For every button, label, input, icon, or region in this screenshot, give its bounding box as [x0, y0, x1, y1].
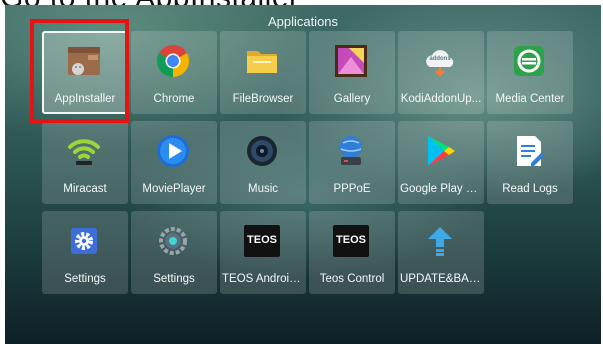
app-label: PPPoE [333, 183, 371, 195]
app-label: Media Center [495, 93, 565, 105]
google-play-icon [428, 136, 455, 166]
app-label: Gallery [333, 93, 371, 105]
app-tile-chrome[interactable]: Chrome [131, 31, 217, 114]
app-label: Teos Control [319, 273, 385, 285]
app-tile-music[interactable]: Music [220, 121, 306, 204]
folder-icon [247, 51, 277, 73]
gallery-icon [335, 45, 367, 77]
media-center-icon [514, 46, 544, 76]
app-tile-settings[interactable]: Settings [42, 211, 128, 294]
wifi-icon [68, 139, 100, 165]
document-icon [517, 136, 544, 166]
app-tile-movieplayer[interactable]: MoviePlayer [131, 121, 217, 204]
app-label: KodiAddonUp... [400, 93, 482, 105]
app-tile-read-logs[interactable]: Read Logs [487, 121, 573, 204]
speaker-icon [247, 136, 277, 166]
app-tile-filebrowser[interactable]: FileBrowser [220, 31, 306, 114]
app-label: Settings [153, 273, 195, 285]
app-label: Read Logs [502, 183, 558, 195]
app-label: MoviePlayer [142, 183, 206, 195]
app-label: UPDATE&BAC... [400, 273, 484, 285]
app-label: Settings [64, 273, 106, 285]
app-label: Google Play S... [400, 183, 484, 195]
teos-logo-text: TEOS [247, 234, 277, 246]
app-tile-pppoe[interactable]: PPPoE [309, 121, 395, 204]
globe-network-icon [340, 136, 362, 165]
app-tile-media-center[interactable]: Media Center [487, 31, 573, 114]
teos-icon: TEOS [333, 225, 369, 257]
gear-icon [71, 228, 97, 254]
app-tile-kodiaddonupdate[interactable]: addons KodiAddonUp... [398, 31, 484, 114]
settings-circle-icon [159, 227, 187, 255]
chrome-icon [156, 44, 190, 77]
app-label: TEOS Android... [222, 273, 306, 285]
app-tile-settings-2[interactable]: Settings [131, 211, 217, 294]
teos-logo-text: TEOS [336, 234, 366, 246]
app-tile-google-play[interactable]: Google Play S... [398, 121, 484, 204]
app-tile-gallery[interactable]: Gallery [309, 31, 395, 114]
cloud-addons-icon: addons [422, 43, 458, 79]
update-arrow-icon [428, 227, 452, 256]
app-label: Music [247, 183, 279, 195]
selection-highlight-box [30, 19, 129, 123]
app-tile-teos-control[interactable]: TEOS Teos Control [309, 211, 395, 294]
app-label: Chrome [153, 93, 195, 105]
teos-icon: TEOS [244, 225, 280, 257]
app-tile-teos-android[interactable]: TEOS TEOS Android... [220, 211, 306, 294]
play-icon [157, 135, 189, 167]
app-tile-miracast[interactable]: Miracast [42, 121, 128, 204]
cloud-addons-text: addons [429, 56, 451, 62]
app-label: Miracast [63, 183, 107, 195]
app-label: FileBrowser [232, 93, 294, 105]
app-tile-update-backup[interactable]: UPDATE&BAC... [398, 211, 484, 294]
